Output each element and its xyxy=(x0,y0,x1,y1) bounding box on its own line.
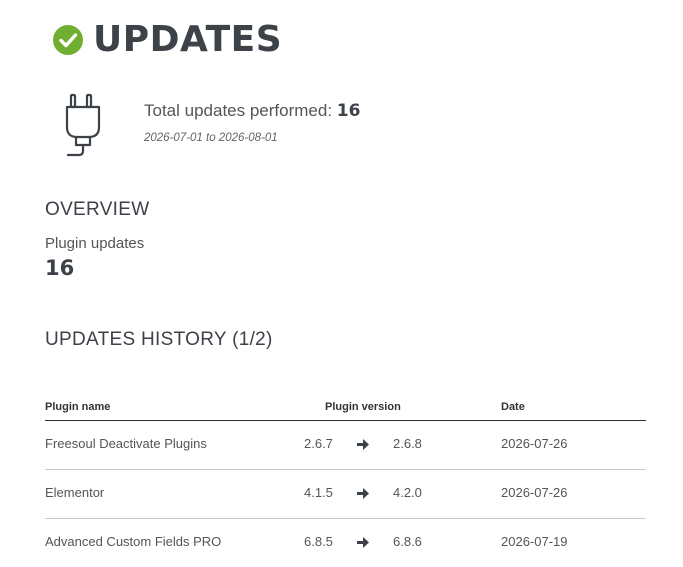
table-header: Plugin name Plugin version Date xyxy=(45,398,646,421)
version-to: 6.8.6 xyxy=(393,534,422,549)
update-date: 2026-07-19 xyxy=(501,534,568,549)
updates-history-table: Plugin name Plugin version Date Freesoul… xyxy=(45,398,646,567)
plugin-name: Freesoul Deactivate Plugins xyxy=(45,436,207,451)
arrow-right-icon xyxy=(357,488,369,499)
version-from: 2.6.7 xyxy=(304,436,333,451)
updates-history-heading: UPDATES HISTORY (1/2) xyxy=(45,329,273,350)
arrow-right-icon xyxy=(357,537,369,548)
version-from: 4.1.5 xyxy=(304,485,333,500)
version-to: 4.2.0 xyxy=(393,485,422,500)
date-range: 2026-07-01 to 2026-08-01 xyxy=(144,132,278,144)
page-title: UPDATES xyxy=(93,19,283,60)
plugin-updates-label: Plugin updates xyxy=(45,235,145,252)
column-header-date: Date xyxy=(501,401,525,413)
version-from: 6.8.5 xyxy=(304,534,333,549)
table-row: Freesoul Deactivate Plugins 2.6.7 2.6.8 … xyxy=(45,421,646,470)
overview-heading: OVERVIEW xyxy=(45,199,150,220)
plug-icon xyxy=(65,93,101,157)
table-row: Advanced Custom Fields PRO 6.8.5 6.8.6 2… xyxy=(45,519,646,567)
version-to: 2.6.8 xyxy=(393,436,422,451)
update-date: 2026-07-26 xyxy=(501,436,568,451)
arrow-right-icon xyxy=(357,439,369,450)
total-updates-value: 16 xyxy=(336,101,361,121)
total-updates-label: Total updates performed: xyxy=(144,101,333,120)
column-header-plugin-version: Plugin version xyxy=(325,401,401,413)
page-header: UPDATES xyxy=(53,18,282,62)
total-updates-line: Total updates performed: 16 xyxy=(144,101,360,121)
plugin-name: Elementor xyxy=(45,485,105,500)
update-date: 2026-07-26 xyxy=(501,485,568,500)
table-row: Elementor 4.1.5 4.2.0 2026-07-26 xyxy=(45,470,646,519)
plugin-updates-value: 16 xyxy=(45,256,75,280)
plugin-name: Advanced Custom Fields PRO xyxy=(45,534,222,549)
column-header-plugin-name: Plugin name xyxy=(45,401,111,413)
check-circle-icon xyxy=(53,25,83,55)
